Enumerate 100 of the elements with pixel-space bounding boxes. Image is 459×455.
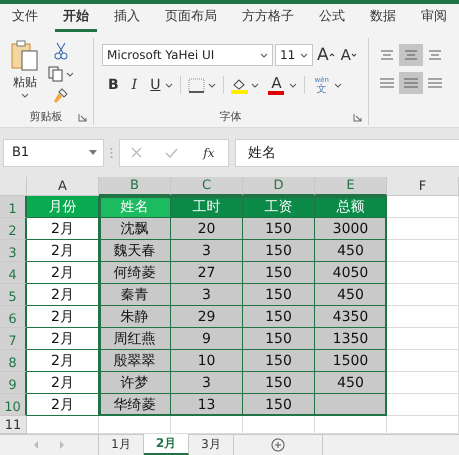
table-cell: 周红燕 <box>99 328 171 350</box>
fill-color-icon[interactable] <box>231 76 248 94</box>
column-header[interactable]: D <box>243 177 315 196</box>
shrink-font-button[interactable]: A <box>338 44 359 66</box>
table-cell: 450 <box>315 372 387 394</box>
row-header[interactable]: 3 <box>0 240 27 262</box>
caret-icon[interactable] <box>300 52 308 58</box>
table-cell: 2月 <box>27 372 99 394</box>
table-cell <box>243 416 315 434</box>
font-color-button[interactable]: A <box>266 74 286 96</box>
row-header[interactable]: 9 <box>0 372 27 394</box>
row-header[interactable]: 4 <box>0 262 27 284</box>
table-cell: 许梦 <box>99 372 171 394</box>
table-cell <box>387 394 459 416</box>
borders-icon[interactable] <box>188 78 206 92</box>
row-header[interactable]: 6 <box>0 306 27 328</box>
table-cell: 3000 <box>315 218 387 240</box>
caret-icon[interactable] <box>208 82 216 88</box>
caret-up-icon <box>328 53 335 57</box>
table-cell <box>387 284 459 306</box>
table-cell: 10 <box>171 350 243 372</box>
table-cell: 秦青 <box>99 284 171 306</box>
table-cell: 2月 <box>27 240 99 262</box>
table-cell: 1500 <box>315 350 387 372</box>
underline-button[interactable]: U <box>148 74 162 96</box>
table-cell <box>27 416 99 434</box>
insert-function-button[interactable]: fx <box>201 142 217 164</box>
caret-icon[interactable] <box>251 82 260 88</box>
format-painter-icon[interactable] <box>53 88 69 104</box>
caret-icon[interactable] <box>289 82 298 88</box>
table-cell: 150 <box>243 262 315 284</box>
name-box[interactable]: B1 <box>3 138 104 166</box>
table-cell <box>315 416 387 434</box>
formula-field[interactable]: 姓名 <box>235 138 459 166</box>
sheet-tab[interactable]: 3月 <box>189 434 234 455</box>
grow-font-button[interactable]: A <box>315 44 337 66</box>
table-cell: 2月 <box>27 284 99 306</box>
scissors-icon[interactable] <box>54 42 68 60</box>
column-header[interactable]: B <box>99 177 171 196</box>
table-cell: 150 <box>243 328 315 350</box>
column-header[interactable]: A <box>27 177 99 196</box>
table-cell: 150 <box>243 284 315 306</box>
column-header[interactable]: F <box>387 177 459 196</box>
font-size-field[interactable]: 11 <box>275 44 313 66</box>
table-cell <box>387 416 459 434</box>
caret-down-icon <box>350 53 357 57</box>
font-name-field[interactable]: Microsoft YaHei UI <box>102 44 273 66</box>
table-cell: 29 <box>171 306 243 328</box>
table-cell: 殷翠翠 <box>99 350 171 372</box>
ribbon-tab[interactable]: 审阅 <box>413 4 455 32</box>
table-cell: 工资 <box>243 196 315 218</box>
table-cell: 2月 <box>27 350 99 372</box>
row-header[interactable]: 2 <box>0 218 27 240</box>
caret-icon[interactable] <box>66 72 74 76</box>
table-cell: 魏天春 <box>99 240 171 262</box>
column-header[interactable]: C <box>171 177 243 196</box>
table-cell: 27 <box>171 262 243 284</box>
italic-button[interactable]: I <box>130 74 140 96</box>
sheet-tab[interactable]: 2月 <box>144 434 189 455</box>
caret-icon[interactable] <box>21 93 29 98</box>
row-header[interactable]: 11 <box>0 416 27 434</box>
align-icon[interactable] <box>399 72 423 94</box>
dialog-launcher-icon[interactable] <box>78 112 87 122</box>
ribbon-tab[interactable]: 数据 <box>362 4 404 32</box>
table-cell <box>387 306 459 328</box>
table-cell <box>387 240 459 262</box>
ribbon-tab[interactable]: 页面布局 <box>157 4 225 32</box>
caret-icon[interactable] <box>334 82 342 88</box>
align-icon[interactable] <box>399 44 423 66</box>
row-header[interactable]: 1 <box>0 196 27 218</box>
table-cell: 2月 <box>27 394 99 416</box>
paste-label[interactable]: 粘贴 <box>13 74 37 91</box>
table-cell <box>99 416 171 434</box>
group-label: 剪贴板 <box>28 109 64 125</box>
table-cell <box>387 372 459 394</box>
clipboard-icon[interactable] <box>10 40 40 72</box>
table-cell: 450 <box>315 284 387 306</box>
row-header[interactable]: 5 <box>0 284 27 306</box>
column-header[interactable]: E <box>315 177 387 196</box>
row-header[interactable]: 7 <box>0 328 27 350</box>
grip-icon <box>110 146 113 158</box>
table-cell <box>387 218 459 240</box>
table-cell: 20 <box>171 218 243 240</box>
row-header[interactable]: 10 <box>0 394 27 416</box>
table-cell: 2月 <box>27 328 99 350</box>
ribbon-tab[interactable]: 公式 <box>311 4 353 32</box>
table-cell: 150 <box>243 306 315 328</box>
table-cell: 150 <box>243 394 315 416</box>
copy-icon[interactable] <box>48 66 64 82</box>
table-cell: 150 <box>243 218 315 240</box>
bold-button[interactable]: B <box>106 74 121 96</box>
check-icon[interactable] <box>165 148 178 158</box>
row-header[interactable]: 8 <box>0 350 27 372</box>
ribbon-tab[interactable]: 方方格子 <box>234 4 302 32</box>
ribbon-tab[interactable]: 插入 <box>106 4 148 32</box>
add-sheet-icon[interactable] <box>271 438 285 452</box>
caret-icon[interactable] <box>165 82 174 88</box>
dialog-launcher-icon[interactable] <box>353 112 362 122</box>
ribbon-tab[interactable]: 文件 <box>4 4 46 32</box>
caret-icon[interactable] <box>260 52 268 58</box>
